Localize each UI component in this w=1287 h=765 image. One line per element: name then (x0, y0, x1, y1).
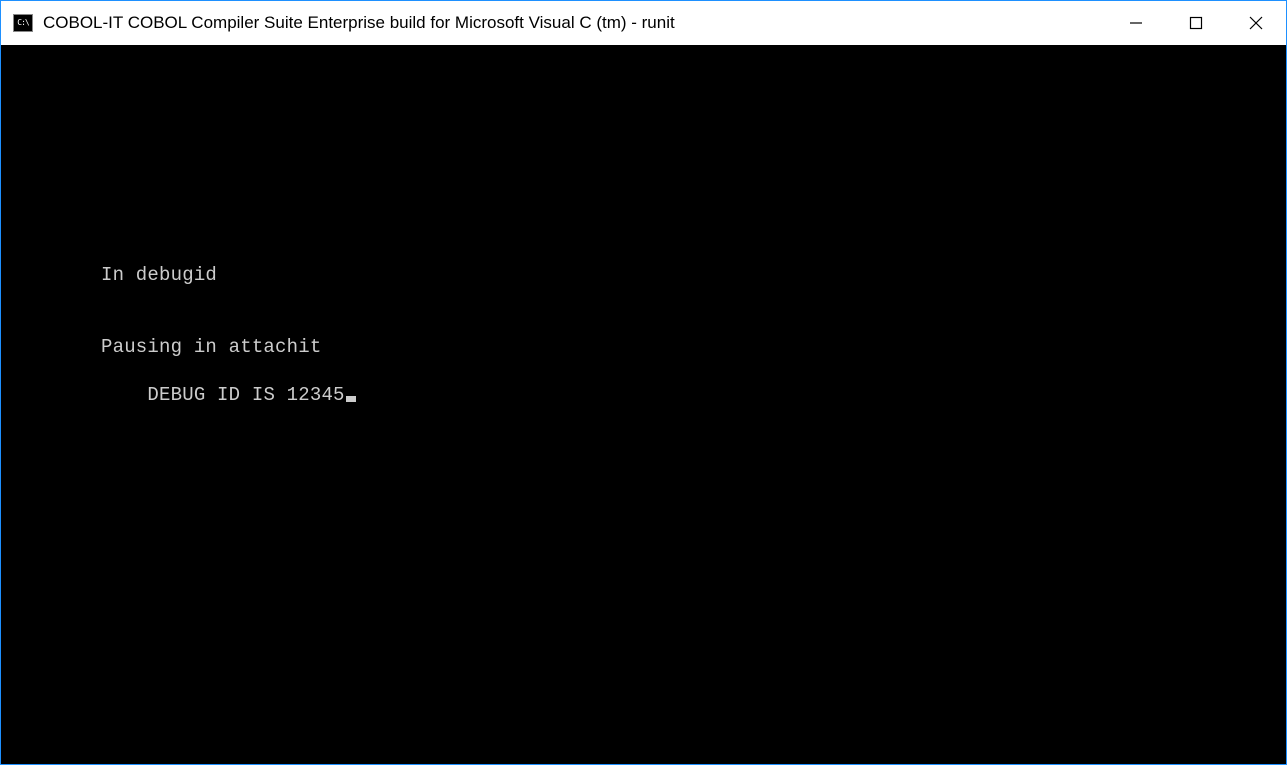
terminal-line: In debugid (101, 263, 1286, 287)
terminal-text: DEBUG ID IS 12345 (147, 384, 344, 406)
close-icon (1248, 15, 1264, 31)
app-icon-label: C:\ (17, 19, 28, 27)
maximize-icon (1189, 16, 1203, 30)
cursor (346, 396, 356, 402)
window-controls (1106, 1, 1286, 45)
terminal-output[interactable]: In debugid Pausing in attachit DEBUG ID … (1, 45, 1286, 764)
maximize-button[interactable] (1166, 1, 1226, 45)
terminal-line: DEBUG ID IS 12345 (147, 384, 355, 406)
close-button[interactable] (1226, 1, 1286, 45)
minimize-icon (1129, 16, 1143, 30)
window-title: COBOL-IT COBOL Compiler Suite Enterprise… (43, 13, 1106, 33)
console-window: C:\ COBOL-IT COBOL Compiler Suite Enterp… (0, 0, 1287, 765)
minimize-button[interactable] (1106, 1, 1166, 45)
terminal-line: Pausing in attachit (101, 335, 1286, 359)
titlebar[interactable]: C:\ COBOL-IT COBOL Compiler Suite Enterp… (1, 1, 1286, 45)
app-icon: C:\ (13, 14, 33, 32)
